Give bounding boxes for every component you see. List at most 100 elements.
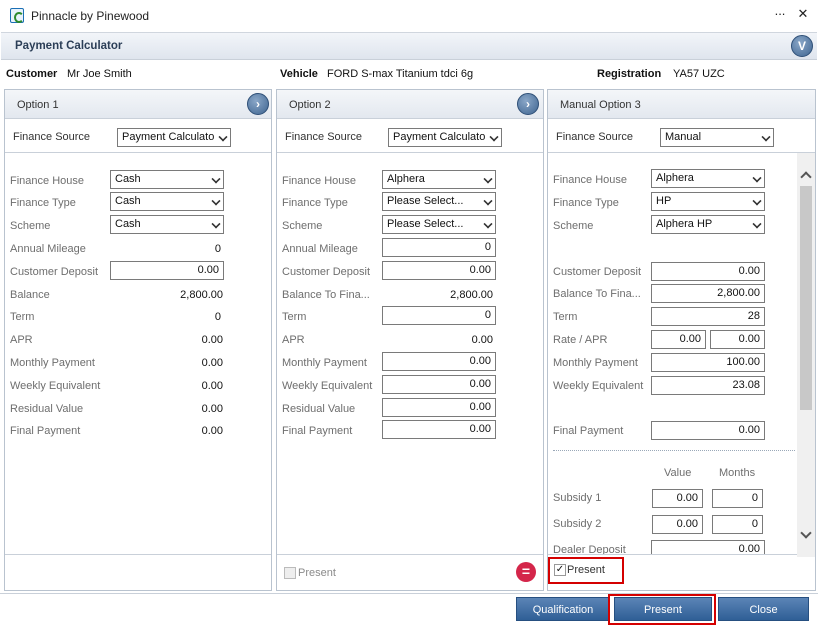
subsidy-2-months-input[interactable]: 0 bbox=[712, 515, 763, 534]
registration-value: YA57 UZC bbox=[673, 68, 725, 80]
finance-source-select[interactable]: Manual bbox=[660, 128, 774, 147]
finance-type-label: Finance Type bbox=[282, 197, 348, 209]
scheme-select[interactable]: Cash bbox=[110, 215, 224, 234]
term-value: 0 bbox=[214, 311, 221, 323]
close-button[interactable]: Close bbox=[718, 597, 809, 621]
final-payment-input[interactable]: 0.00 bbox=[651, 421, 765, 440]
monthly-payment-input[interactable]: 100.00 bbox=[651, 353, 765, 372]
term-input[interactable]: 28 bbox=[651, 307, 765, 326]
term-input[interactable]: 0 bbox=[382, 306, 496, 325]
present-checkbox[interactable]: ✓ bbox=[554, 564, 566, 576]
next-arrow-icon[interactable]: › bbox=[247, 93, 269, 115]
subsidy-2-label: Subsidy 2 bbox=[553, 518, 602, 530]
chevron-down-icon bbox=[211, 196, 221, 206]
balance-label: Balance To Fina... bbox=[553, 288, 641, 300]
final-payment-input[interactable]: 0.00 bbox=[382, 420, 496, 439]
finance-type-label: Finance Type bbox=[553, 197, 619, 209]
rate-input[interactable]: 0.00 bbox=[651, 330, 706, 349]
apr-label: APR bbox=[282, 334, 305, 346]
balance-value: 2,800.00 bbox=[450, 289, 493, 301]
monthly-payment-value: 0.00 bbox=[201, 357, 223, 369]
finance-house-select[interactable]: Alphera bbox=[382, 170, 496, 189]
minimize-button[interactable]: ... bbox=[771, 3, 789, 18]
apr-input[interactable]: 0.00 bbox=[710, 330, 765, 349]
next-arrow-icon[interactable]: › bbox=[517, 93, 539, 115]
vehicle-value: FORD S-max Titanium tdci 6g bbox=[327, 68, 474, 80]
scheme-label: Scheme bbox=[282, 220, 323, 232]
chevron-down-icon bbox=[211, 219, 221, 229]
rate-apr-label: Rate / APR bbox=[553, 334, 608, 346]
present-label: Present bbox=[567, 564, 605, 576]
calculator-header: Payment Calculator V bbox=[1, 32, 817, 60]
chevron-down-icon bbox=[483, 219, 493, 229]
finance-source-select[interactable]: Payment Calculato bbox=[388, 128, 502, 147]
scheme-label: Scheme bbox=[10, 220, 51, 232]
weekly-equivalent-input[interactable]: 23.08 bbox=[651, 376, 765, 395]
customer-deposit-input[interactable]: 0.00 bbox=[382, 261, 496, 280]
collapse-chevron-icon[interactable]: V bbox=[791, 35, 813, 57]
finance-house-select[interactable]: Alphera bbox=[651, 169, 765, 188]
apr-value: 0.00 bbox=[471, 334, 493, 346]
chevron-down-icon bbox=[752, 196, 762, 206]
scheme-label: Scheme bbox=[553, 220, 594, 232]
subsidy-1-label: Subsidy 1 bbox=[553, 492, 602, 504]
remove-icon[interactable]: = bbox=[516, 562, 536, 582]
weekly-equivalent-label: Weekly Equivalent bbox=[553, 380, 644, 392]
vehicle-label: Vehicle bbox=[280, 68, 318, 80]
monthly-payment-label: Monthly Payment bbox=[282, 357, 367, 369]
option-2-panel: Option 2 › Finance Source Payment Calcul… bbox=[276, 89, 544, 591]
window-title: Pinnacle by Pinewood bbox=[31, 9, 150, 23]
chevron-down-icon bbox=[483, 196, 493, 206]
chevron-down-icon bbox=[752, 219, 762, 229]
balance-label: Balance bbox=[10, 289, 50, 301]
chevron-down-icon bbox=[218, 132, 228, 142]
subsidy-1-months-input[interactable]: 0 bbox=[712, 489, 763, 508]
scheme-select[interactable]: Alphera HP bbox=[651, 215, 765, 234]
subsidy-1-value-input[interactable]: 0.00 bbox=[652, 489, 703, 508]
annual-mileage-label: Annual Mileage bbox=[10, 243, 86, 255]
annual-mileage-value: 0 bbox=[214, 243, 221, 255]
option-3-title: Manual Option 3 bbox=[560, 99, 641, 111]
customer-deposit-label: Customer Deposit bbox=[553, 266, 642, 278]
weekly-equivalent-label: Weekly Equivalent bbox=[10, 380, 101, 392]
finance-type-select[interactable]: Please Select... bbox=[382, 192, 496, 211]
weekly-equivalent-input[interactable]: 0.00 bbox=[382, 375, 496, 394]
monthly-payment-input[interactable]: 0.00 bbox=[382, 352, 496, 371]
months-header: Months bbox=[719, 467, 756, 479]
customer-deposit-label: Customer Deposit bbox=[10, 266, 99, 278]
term-label: Term bbox=[553, 311, 578, 323]
finance-source-row: Finance Source Payment Calculato bbox=[277, 120, 543, 153]
final-payment-label: Final Payment bbox=[10, 425, 81, 437]
residual-value-label: Residual Value bbox=[282, 403, 356, 415]
subsidy-2-value-input[interactable]: 0.00 bbox=[652, 515, 703, 534]
option-3-panel: Manual Option 3 Finance Source Manual Fi… bbox=[547, 89, 816, 591]
term-label: Term bbox=[282, 311, 307, 323]
weekly-equivalent-value: 0.00 bbox=[201, 380, 223, 392]
finance-source-row: Finance Source Manual bbox=[548, 120, 815, 153]
finance-type-label: Finance Type bbox=[10, 197, 76, 209]
finance-type-select[interactable]: Cash bbox=[110, 192, 224, 211]
present-button[interactable]: Present bbox=[614, 597, 712, 621]
close-window-button[interactable]: ✕ bbox=[794, 6, 812, 22]
option-1-footer bbox=[5, 554, 271, 590]
finance-type-select[interactable]: HP bbox=[651, 192, 765, 211]
annual-mileage-input[interactable]: 0 bbox=[382, 238, 496, 257]
finance-source-select[interactable]: Payment Calculato bbox=[117, 128, 231, 147]
finance-house-select[interactable]: Cash bbox=[110, 170, 224, 189]
customer-deposit-input[interactable]: 0.00 bbox=[651, 262, 765, 281]
qualification-button[interactable]: Qualification bbox=[516, 597, 610, 621]
scrollbar-thumb[interactable] bbox=[800, 186, 812, 410]
app-icon bbox=[10, 8, 24, 23]
monthly-payment-label: Monthly Payment bbox=[553, 357, 638, 369]
term-label: Term bbox=[10, 311, 35, 323]
customer-deposit-input[interactable]: 0.00 bbox=[110, 261, 224, 280]
residual-value-input[interactable]: 0.00 bbox=[382, 398, 496, 417]
present-checkbox[interactable] bbox=[284, 567, 296, 579]
option-1-header: Option 1 › bbox=[5, 90, 271, 119]
chevron-down-icon bbox=[483, 174, 493, 184]
balance-input[interactable]: 2,800.00 bbox=[651, 284, 765, 303]
option-2-footer: Present = bbox=[277, 554, 543, 590]
registration-label: Registration bbox=[597, 68, 662, 80]
apr-value: 0.00 bbox=[201, 334, 223, 346]
scheme-select[interactable]: Please Select... bbox=[382, 215, 496, 234]
